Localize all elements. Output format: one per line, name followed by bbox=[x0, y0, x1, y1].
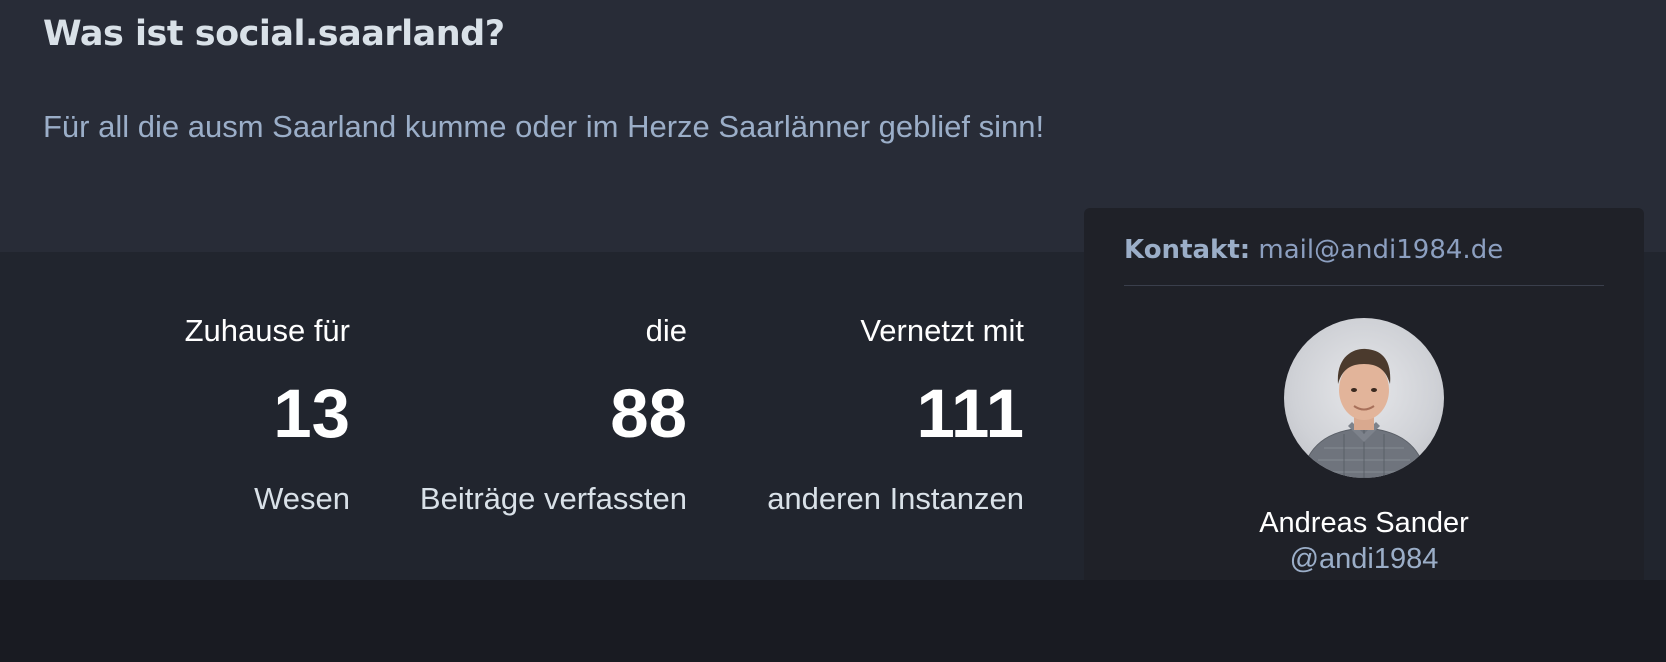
admin-name: Andreas Sander bbox=[1259, 507, 1469, 539]
instance-tagline: Für all die ausm Saarland kumme oder im … bbox=[43, 109, 1045, 144]
stat-posts-count: 88 bbox=[610, 375, 687, 452]
contact-label: Kontakt: bbox=[1124, 235, 1251, 265]
contact-divider bbox=[1124, 285, 1604, 286]
stat-posts-lead: die bbox=[645, 313, 687, 348]
admin-avatar[interactable] bbox=[1284, 318, 1444, 478]
contact-email-link[interactable]: mail@andi1984.de bbox=[1258, 235, 1503, 265]
contact-heading: Kontakt: mail@andi1984.de bbox=[1124, 234, 1604, 266]
stat-users-label: Wesen bbox=[254, 481, 350, 516]
stat-users: Zuhause für 13 Wesen bbox=[50, 312, 350, 518]
stat-instances-lead: Vernetzt mit bbox=[860, 313, 1024, 348]
contact-card: Kontakt: mail@andi1984.de Andreas Sander… bbox=[1084, 208, 1644, 580]
page-title: Was ist social.saarland? bbox=[43, 14, 505, 54]
person-portrait-icon bbox=[1301, 348, 1427, 478]
stat-instances: Vernetzt mit 111 anderen Instanzen bbox=[724, 312, 1024, 518]
stat-instances-label: anderen Instanzen bbox=[767, 481, 1024, 516]
stat-users-count: 13 bbox=[273, 375, 350, 452]
stat-users-lead: Zuhause für bbox=[184, 313, 350, 348]
stat-posts-label: Beiträge verfassten bbox=[419, 481, 687, 516]
stat-posts: die 88 Beiträge verfassten bbox=[387, 312, 687, 518]
admin-handle-link[interactable]: @andi1984 bbox=[1084, 542, 1644, 576]
about-page: Was ist social.saarland? Für all die aus… bbox=[0, 0, 1666, 662]
stat-instances-count: 111 bbox=[916, 375, 1024, 452]
